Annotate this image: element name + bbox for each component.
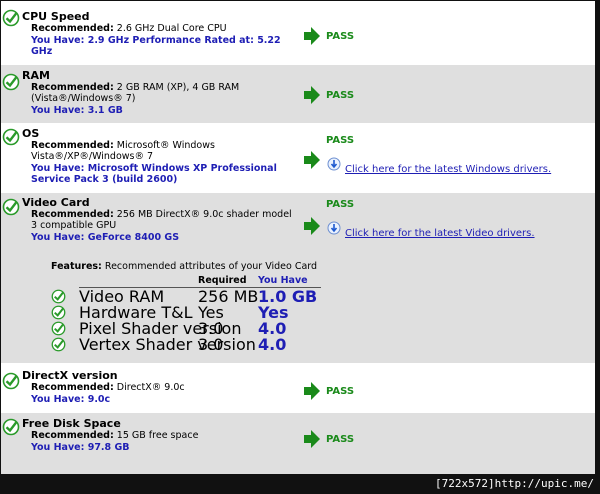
pass-arrow-icon (304, 430, 320, 448)
requirement-title: DirectX version (22, 369, 118, 382)
pass-status: PASS (326, 199, 355, 210)
check-icon (2, 9, 20, 27)
recommended-line-cont: Vista®/XP®/Windows® 7 (31, 151, 154, 162)
feature-required: 3.0 (198, 319, 224, 338)
check-icon (2, 198, 20, 216)
check-icon (51, 289, 66, 304)
check-icon (2, 372, 20, 390)
pass-status: PASS (326, 434, 355, 445)
requirement-row-video-card: Video Card Recommended: 256 MB DirectX® … (1, 193, 595, 363)
download-icon[interactable] (327, 157, 341, 171)
system-requirements-panel: CPU Speed Recommended: 2.6 GHz Dual Core… (1, 1, 595, 474)
feature-have: Yes (258, 303, 289, 322)
you-have-line: You Have: 3.1 GB (31, 105, 123, 116)
pass-arrow-icon (304, 151, 320, 169)
requirement-row-os: OS Recommended: Microsoft® Windows Vista… (1, 123, 595, 193)
feature-name: Vertex Shader version (79, 335, 256, 354)
pass-status: PASS (326, 90, 355, 101)
pass-arrow-icon (304, 27, 320, 45)
feature-row: Vertex Shader version 3.0 4.0 (51, 337, 331, 353)
requirement-row-directx: DirectX version Recommended: DirectX® 9.… (1, 363, 595, 413)
recommended-line: Recommended: 15 GB free space (31, 430, 199, 441)
download-icon[interactable] (327, 221, 341, 235)
check-icon (51, 305, 66, 320)
recommended-line: Recommended: 2 GB RAM (XP), 4 GB RAM (31, 82, 240, 93)
you-have-line: You Have: 2.9 GHz Performance Rated at: … (31, 35, 281, 46)
recommended-line: Recommended: DirectX® 9.0c (31, 382, 185, 393)
feature-name: Hardware T&L (79, 303, 193, 322)
requirement-row-ram: RAM Recommended: 2 GB RAM (XP), 4 GB RAM… (1, 65, 595, 123)
feature-have: 4.0 (258, 319, 287, 338)
check-icon (2, 73, 20, 91)
pass-status: PASS (326, 386, 355, 397)
check-icon (2, 128, 20, 146)
feature-have: 1.0 GB (258, 287, 318, 306)
requirement-row-disk-space: Free Disk Space Recommended: 15 GB free … (1, 413, 595, 474)
image-watermark: [722x572]http://upic.me/ (435, 477, 594, 490)
windows-drivers-link[interactable]: Click here for the latest Windows driver… (345, 164, 551, 176)
recommended-line: Recommended: 2.6 GHz Dual Core CPU (31, 23, 227, 34)
recommended-line: Recommended: Microsoft® Windows (31, 140, 215, 151)
recommended-line: Recommended: 256 MB DirectX® 9.0c shader… (31, 209, 292, 220)
requirement-title: Free Disk Space (22, 417, 121, 430)
you-have-line: You Have: 9.0c (31, 394, 111, 405)
pass-arrow-icon (304, 217, 320, 235)
you-have-line: You Have: Microsoft Windows XP Professio… (31, 163, 277, 174)
recommended-line-cont: 3 compatible GPU (31, 220, 117, 231)
check-icon (51, 321, 66, 336)
feature-required: 256 MB (198, 287, 259, 306)
requirement-row-cpu: CPU Speed Recommended: 2.6 GHz Dual Core… (1, 1, 595, 65)
col-have-header: You Have (258, 275, 308, 286)
pass-arrow-icon (304, 86, 320, 104)
you-have-line-cont: GHz (31, 46, 53, 57)
you-have-line-cont: Service Pack 3 (build 2600) (31, 174, 178, 185)
check-icon (2, 418, 20, 436)
feature-required: Yes (198, 303, 224, 322)
you-have-line: You Have: GeForce 8400 GS (31, 232, 180, 243)
video-drivers-link[interactable]: Click here for the latest Video drivers. (345, 228, 535, 240)
requirement-title: OS (22, 127, 40, 140)
pass-status: PASS (326, 135, 355, 146)
pass-status: PASS (326, 31, 355, 42)
you-have-line: You Have: 97.8 GB (31, 442, 130, 453)
feature-have: 4.0 (258, 335, 287, 354)
pass-arrow-icon (304, 382, 320, 400)
requirement-title: RAM (22, 69, 50, 82)
feature-required: 3.0 (198, 335, 224, 354)
recommended-line-cont: (Vista®/Windows® 7) (31, 93, 136, 104)
feature-name: Video RAM (79, 287, 165, 306)
check-icon (51, 337, 66, 352)
requirement-title: CPU Speed (22, 10, 90, 23)
col-required-header: Required (198, 275, 247, 286)
requirement-title: Video Card (22, 196, 90, 209)
features-heading: Features: Recommended attributes of your… (51, 261, 318, 272)
